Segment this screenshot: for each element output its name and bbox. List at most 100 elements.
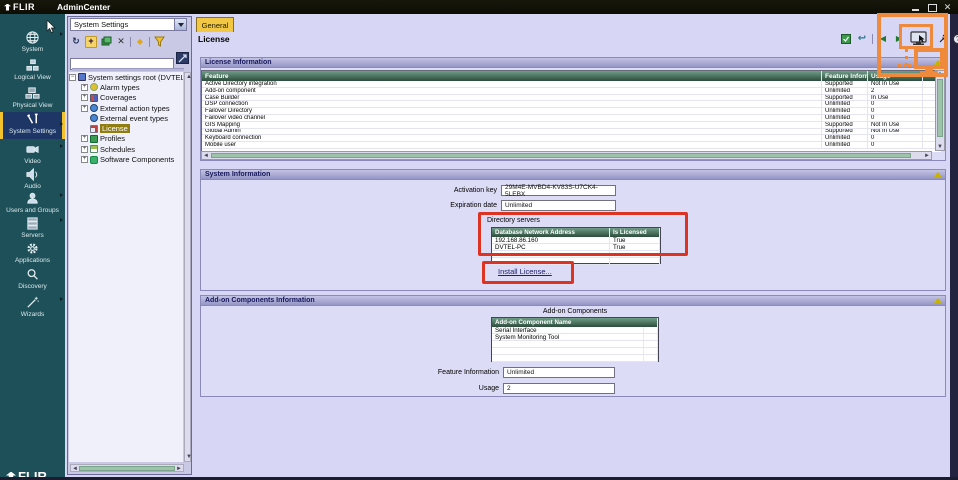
table-row[interactable] — [492, 348, 658, 355]
profiles-icon — [90, 134, 98, 143]
table-cell — [610, 258, 660, 264]
table-row[interactable] — [492, 251, 660, 258]
splitter-handle[interactable] — [72, 68, 184, 71]
table-row[interactable] — [492, 258, 660, 265]
scrollbar-thumb[interactable] — [211, 153, 911, 158]
license-icon — [90, 124, 98, 133]
install-license-link[interactable]: Install License... — [498, 267, 552, 276]
sidebar-item-logical-view[interactable]: Logical View — [0, 58, 65, 84]
table-row[interactable]: Keyboard connection Unlimited 0 — [202, 135, 941, 143]
table-cell: 192.168.86.160 — [492, 237, 610, 244]
expand-box-icon[interactable]: + — [81, 104, 88, 112]
connect-icon[interactable] — [937, 33, 949, 45]
section-header[interactable]: License Information — [201, 58, 945, 68]
table-row[interactable]: DVTEL-PC True — [492, 244, 660, 251]
collapse-triangle-icon[interactable] — [934, 172, 942, 177]
flyout-arrow-icon[interactable] — [60, 297, 63, 301]
display-settings-icon[interactable] — [909, 31, 933, 46]
flyout-arrow-icon[interactable] — [60, 193, 63, 197]
column-header[interactable]: Feature Informa... — [822, 71, 868, 81]
apply-settings-icon[interactable] — [840, 33, 852, 45]
expand-box-icon[interactable]: + — [81, 83, 88, 91]
sidebar-item-users-and-groups[interactable]: Users and Groups — [0, 191, 65, 217]
sidebar-item-video[interactable]: Video — [0, 142, 65, 168]
external-event-types-icon — [90, 114, 98, 123]
expand-box-icon[interactable]: + — [81, 94, 88, 102]
sidebar-item-label: Wizards — [20, 311, 45, 318]
expand-box-icon[interactable]: + — [81, 145, 88, 153]
flyout-arrow-icon[interactable] — [60, 144, 63, 148]
delete-icon[interactable]: ✕ — [115, 36, 127, 48]
tree-item-coverages[interactable]: + Coverages — [69, 93, 183, 103]
tree-item-external-event-types[interactable]: External event types — [69, 113, 183, 123]
feature-information-field[interactable]: Unlimited — [503, 367, 615, 378]
table-cell: Add-on component — [202, 87, 822, 94]
sidebar-item-physical-view[interactable]: Physical View — [0, 86, 65, 112]
close-button[interactable]: ✕ — [943, 2, 952, 12]
license-table-vertical-scrollbar[interactable]: ▲ ▼ — [935, 70, 945, 151]
tab-general[interactable]: General — [196, 17, 234, 32]
table-row[interactable]: Failover Directory Unlimited 0 — [202, 108, 941, 115]
next-arrow-icon[interactable]: ▶ — [893, 33, 905, 45]
sidebar-item-wizards[interactable]: Wizards — [0, 295, 65, 321]
tree-item-alarm-types[interactable]: + Alarm types — [69, 82, 183, 92]
help-icon[interactable]: ? — [953, 33, 958, 44]
expiration-date-field[interactable]: Unlimited — [501, 200, 616, 211]
table-row[interactable]: System Monitoring Tool — [492, 334, 658, 341]
filter-funnel-icon[interactable] — [153, 36, 165, 48]
section-header[interactable]: Add-on Components Information — [201, 296, 945, 306]
section-header[interactable]: System Information — [201, 170, 945, 180]
table-row[interactable] — [492, 355, 658, 362]
add-item-icon[interactable]: + — [85, 35, 97, 48]
table-row[interactable]: Failover video channel Unlimited 0 — [202, 114, 941, 122]
previous-arrow-icon[interactable]: ◀ — [877, 33, 889, 45]
table-row[interactable]: DSP connection Unlimited 0 — [202, 101, 941, 109]
tree-root[interactable]: − System settings root (DVTEL-PC — [69, 72, 183, 82]
table-cell: 0 — [868, 114, 923, 121]
default-diamond-icon[interactable]: ◆ — [134, 36, 146, 48]
scrollbar-thumb[interactable] — [937, 79, 943, 137]
tree-item-software-components[interactable]: + Software Components — [69, 154, 183, 164]
tree-horizontal-scrollbar[interactable]: ◄ ► — [70, 464, 184, 472]
column-header[interactable]: Feature — [202, 71, 822, 81]
sidebar-item-discovery[interactable]: Discovery — [0, 267, 65, 293]
license-table-horizontal-scrollbar[interactable]: ◄ ► — [201, 151, 932, 160]
sidebar-item-audio[interactable]: Audio — [0, 167, 65, 193]
scope-dropdown[interactable]: System Settings — [70, 18, 187, 31]
flyout-arrow-icon[interactable] — [60, 218, 63, 222]
sidebar-item-system[interactable]: System — [0, 30, 65, 56]
flyout-arrow-icon[interactable] — [60, 122, 63, 126]
scrollbar-thumb[interactable] — [79, 466, 175, 471]
activation-key-field[interactable]: 29M4E-MVBD4-KV83S-U7CK4-5LEBX — [501, 184, 616, 198]
table-row[interactable]: Add-on component Unlimited 2 — [202, 87, 941, 95]
table-row[interactable]: Mobile user Unlimited 0 — [202, 142, 941, 149]
expand-box-icon[interactable]: + — [81, 156, 88, 164]
chevron-down-icon[interactable] — [174, 19, 186, 30]
table-row[interactable]: Active Directory integration Supported Not… — [202, 81, 941, 88]
sidebar-item-system-settings[interactable]: System Settings — [0, 112, 65, 139]
tree-item-external-action-types[interactable]: + External action types — [69, 103, 183, 113]
table-row[interactable]: Case Builder Supported In Use — [202, 94, 941, 102]
collapse-triangle-icon[interactable] — [934, 298, 942, 303]
table-row[interactable]: GIS Mapping Supported Not In Use — [202, 121, 941, 129]
revert-icon[interactable]: ↩ — [856, 33, 868, 45]
video-camera-icon — [25, 142, 40, 157]
copy-icon[interactable] — [100, 36, 112, 48]
refresh-icon[interactable]: ↻ — [70, 36, 82, 48]
table-row[interactable]: Global Admin Supported Not In Use — [202, 128, 941, 136]
tree-item-license[interactable]: License — [69, 123, 183, 134]
sidebar-item-servers[interactable]: Servers — [0, 216, 65, 242]
expand-box-icon[interactable]: + — [81, 135, 88, 143]
table-row[interactable] — [492, 341, 658, 348]
collapse-box-icon[interactable]: − — [69, 73, 76, 81]
restore-button[interactable] — [927, 3, 937, 12]
tree-vertical-scrollbar[interactable]: ▲ ▼ — [184, 72, 192, 462]
search-go-button[interactable] — [176, 52, 189, 64]
sidebar-item-applications[interactable]: Applications — [0, 241, 65, 267]
minimize-button[interactable] — [911, 3, 920, 12]
tree-item-schedules[interactable]: + Schedules — [69, 144, 183, 154]
flyout-arrow-icon[interactable] — [60, 32, 63, 36]
usage-field[interactable]: 2 — [503, 383, 615, 394]
table-cell: Active Directory integration — [202, 81, 822, 87]
tree-item-profiles[interactable]: + Profiles — [69, 134, 183, 144]
